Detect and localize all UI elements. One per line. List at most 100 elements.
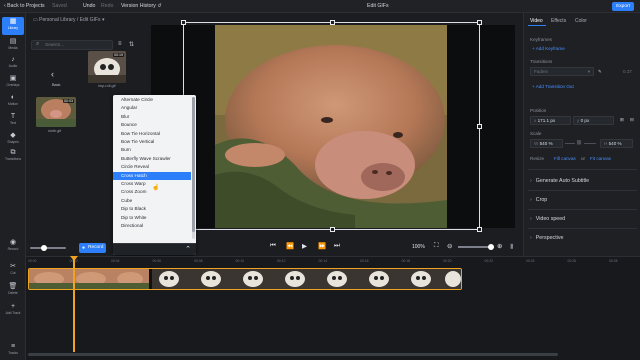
version-history-button[interactable]: Version History ↺ [121, 3, 162, 9]
slider-handle[interactable] [41, 245, 47, 251]
add-keyframe-button[interactable]: + Add Keyframe [532, 46, 565, 51]
pen-icon[interactable]: ✎ [598, 69, 602, 75]
add-track-button[interactable]: + Add Track [2, 302, 24, 320]
breadcrumb-current[interactable]: Edit GIFs [80, 17, 101, 23]
section-perspective[interactable]: › Perspective [530, 235, 563, 241]
transition-option[interactable]: Burn [113, 146, 191, 154]
skip-start-icon[interactable]: ⏮ [270, 242, 276, 250]
resize-handle[interactable] [330, 227, 335, 232]
resize-handle[interactable] [330, 20, 335, 25]
breadcrumb-root[interactable]: Personal Library [39, 17, 75, 23]
scale-height-field[interactable]: H 540 % [600, 139, 633, 148]
transition-option[interactable]: Dip to White [113, 214, 191, 222]
section-video-speed[interactable]: › Video speed [530, 216, 565, 222]
rail-item-overlays[interactable]: ▣ Overlays [2, 74, 24, 92]
cursor-pointer-icon: ☝ [152, 185, 160, 191]
transition-duration[interactable]: 0.37 [623, 69, 632, 74]
record-label: Record [88, 245, 104, 250]
tab-effects[interactable]: Effects [551, 18, 566, 24]
zoom-level[interactable]: 100% [412, 244, 425, 250]
resize-handle[interactable] [477, 124, 482, 129]
selection-box[interactable] [181, 20, 482, 232]
align-icon[interactable]: ⊞ [620, 117, 624, 123]
undo-button[interactable]: Undo [83, 3, 95, 9]
tab-video[interactable]: Video [530, 18, 543, 24]
filter-icon[interactable]: ≡ [118, 41, 122, 47]
link-icon[interactable]: ⛓ [576, 140, 582, 146]
transition-option[interactable]: Blur [113, 113, 191, 121]
rail-item-motion[interactable]: ◐ Motion [2, 93, 24, 111]
transition-option[interactable]: Butterfly Wave Scrawler [113, 155, 191, 163]
back-to-projects-button[interactable]: ‹ Back to Projects [4, 3, 45, 9]
project-title[interactable]: Edit GIFs [367, 3, 389, 9]
fit-canvas-button[interactable]: Fit canvas [590, 156, 611, 161]
scale-width-field[interactable]: W 540 % [530, 139, 563, 148]
transition-value: Fadein [534, 69, 549, 74]
resize-handle[interactable] [477, 20, 482, 25]
back-arrow-icon[interactable]: ‹ [51, 69, 54, 79]
center-icon[interactable]: ⊟ [630, 117, 634, 123]
transition-option[interactable]: Bounce [113, 121, 191, 129]
zoom-in-icon[interactable]: ⊕ [497, 242, 502, 250]
rail-item-record[interactable]: ◉ Record [2, 238, 24, 256]
add-transition-out-button[interactable]: + Add Transition Out [532, 84, 574, 89]
transition-option[interactable]: Bow Tie Horizontal [113, 130, 191, 138]
cut-button[interactable]: ✂ Cut [2, 262, 24, 280]
rail-item-transitions[interactable]: ⧉ Transitions [2, 148, 24, 166]
rail-label: Library [7, 26, 19, 30]
transition-option[interactable]: Bow Tie Vertical [113, 138, 191, 146]
dropdown-scrollbar-thumb[interactable] [192, 97, 195, 232]
library-item-thumbnail[interactable]: 00:03 [36, 97, 76, 127]
position-y-field[interactable]: y 0 px [573, 116, 614, 125]
transition-option[interactable]: Cube [113, 197, 191, 205]
skip-end-icon[interactable]: ⏭ [334, 242, 340, 250]
delete-button[interactable]: 🗑 Delete [2, 282, 24, 300]
timeline-tick: 00:16 [360, 259, 369, 263]
transition-option[interactable]: Circle Reveal [113, 163, 191, 171]
zoom-slider-handle[interactable] [488, 244, 494, 250]
play-icon[interactable]: ▶ [302, 242, 307, 250]
video-track-clip[interactable] [28, 268, 462, 290]
rail-item-text[interactable]: T Text [2, 112, 24, 130]
section-crop[interactable]: › Crop [530, 197, 547, 203]
rail-item-library[interactable]: ▦ Library [2, 17, 24, 35]
position-y-value: 0 px [580, 118, 590, 123]
transition-option[interactable]: Directional [113, 222, 191, 230]
export-button[interactable]: Export [612, 2, 634, 11]
transition-select[interactable]: Fadein ▾ [530, 67, 594, 76]
playhead[interactable] [73, 257, 75, 352]
library-item-thumbnail[interactable]: 00:19 [88, 51, 126, 83]
zoom-out-icon[interactable]: ⊖ [447, 242, 452, 250]
record-button[interactable]: ● Record [79, 243, 106, 253]
fast-forward-icon[interactable]: ⏩ [318, 242, 326, 250]
rail-item-media[interactable]: ▤ Media [2, 37, 24, 55]
search-icon: ⌕ [36, 41, 40, 47]
tab-color[interactable]: Color [575, 18, 587, 24]
transition-option[interactable]: Alternate Circle [113, 96, 191, 104]
rewind-icon[interactable]: ⏪ [286, 242, 294, 250]
section-auto-subtitle[interactable]: › Generate Auto Subtitle [530, 178, 589, 184]
tracks-button[interactable]: ≡ Tracks [2, 342, 24, 360]
transition-option[interactable]: Cross Hatch [113, 171, 191, 180]
fullscreen-icon[interactable]: ⛶ [434, 242, 439, 250]
rail-item-shapes[interactable]: ◆ Shapes [2, 131, 24, 149]
tracks-icon: ≡ [10, 343, 16, 350]
position-x-field[interactable]: x 171.1 px [530, 116, 571, 125]
transition-option[interactable]: Dip to Black [113, 205, 191, 213]
fill-canvas-button[interactable]: Fill canvas [554, 156, 576, 161]
record-volume-slider[interactable] [30, 247, 66, 249]
snap-icon[interactable]: ▮ [510, 242, 514, 250]
scale-width-value: 540 % [539, 141, 553, 146]
resize-handle[interactable] [181, 20, 186, 25]
timeline-tick: 00:00 [28, 259, 37, 263]
search-input[interactable] [45, 42, 111, 49]
timeline-scrollbar[interactable] [28, 353, 558, 356]
rail-item-audio[interactable]: ♪ Audio [2, 55, 24, 73]
sort-icon[interactable]: ⇅ [129, 41, 134, 48]
redo-button[interactable]: Redo [101, 3, 113, 9]
resize-handle[interactable] [477, 227, 482, 232]
transition-option[interactable]: Angular [113, 104, 191, 112]
transitions-icon: ⧉ [10, 149, 16, 156]
back-label[interactable]: Back [52, 83, 60, 87]
breadcrumb: ▭ Personal Library / Edit GIFs ▾ [33, 17, 105, 23]
